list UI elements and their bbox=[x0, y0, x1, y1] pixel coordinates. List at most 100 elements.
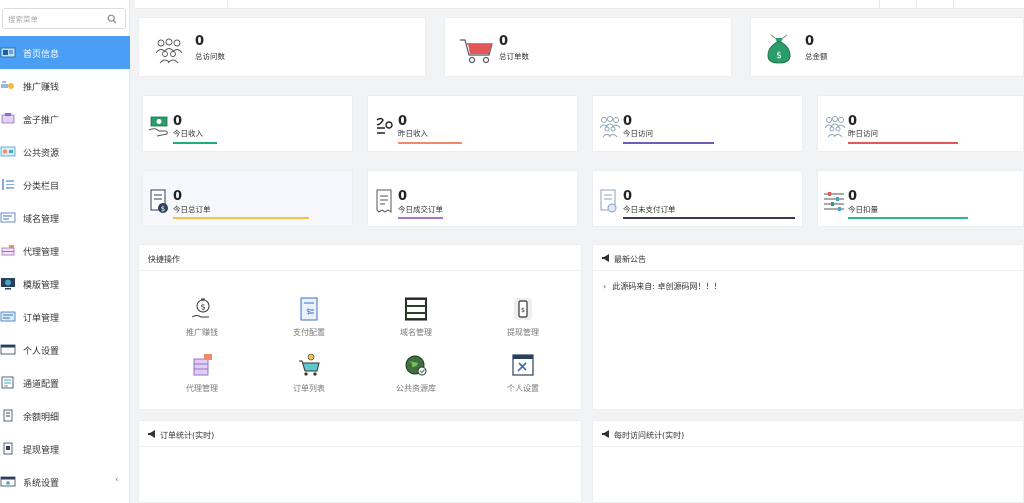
sidebar-item-label: 余额明细 bbox=[23, 413, 60, 423]
megaphone-icon bbox=[602, 430, 609, 438]
order-stats-header: 订单统计(实时) bbox=[139, 421, 581, 447]
total-visits-value: 0 bbox=[195, 34, 205, 49]
cash-hand-icon bbox=[148, 116, 168, 137]
sidebar-item-label: 通道配置 bbox=[23, 380, 60, 390]
quick-action-label: 公共资源库 bbox=[396, 384, 436, 393]
sidebar-item-channel[interactable]: 通道配置 bbox=[0, 366, 130, 399]
total-amount-value: 0 bbox=[805, 34, 815, 49]
quick-action-label: 域名管理 bbox=[400, 328, 432, 337]
top-bar-divider bbox=[879, 0, 880, 9]
today-paid-orders-bar bbox=[398, 217, 443, 219]
quick-action-withdraw[interactable]: $ 提现管理 bbox=[488, 297, 558, 345]
chevron-left-icon[interactable]: ‹ bbox=[115, 475, 119, 485]
sidebar-item-promote[interactable]: 推广赚钱 bbox=[0, 69, 130, 102]
yesterday-visits-bar bbox=[848, 142, 958, 144]
svg-text:$: $ bbox=[161, 205, 165, 213]
search-input[interactable]: 搜索菜单 bbox=[2, 8, 126, 29]
today-deduction-value: 0 bbox=[848, 189, 858, 204]
sidebar-item-settings[interactable]: 系统设置 ‹ bbox=[0, 465, 130, 498]
sidebar: 搜索菜单 首页信息 推广赚钱 盒子推广 公共资源 分类栏目 域名管理 代理管理 … bbox=[0, 0, 130, 503]
today-deduction-label: 今日扣量 bbox=[848, 205, 878, 214]
notice-header: 最新公告 bbox=[593, 245, 1023, 271]
megaphone-icon bbox=[148, 430, 155, 438]
yesterday-visits-value: 0 bbox=[848, 114, 858, 129]
sidebar-item-label: 首页信息 bbox=[23, 50, 60, 60]
svg-text:$: $ bbox=[200, 303, 205, 312]
quick-action-order-list[interactable]: 订单列表 bbox=[274, 353, 344, 401]
agent-icon bbox=[1, 245, 15, 256]
sidebar-item-label: 系统设置 bbox=[23, 479, 60, 489]
today-visits-bar bbox=[623, 142, 714, 144]
sidebar-menu: 首页信息 推广赚钱 盒子推广 公共资源 分类栏目 域名管理 代理管理 模版管理 bbox=[0, 36, 130, 498]
sidebar-item-withdraw[interactable]: 提现管理 bbox=[0, 432, 130, 465]
today-unpaid-orders-value: 0 bbox=[623, 189, 633, 204]
notice-title: 最新公告 bbox=[614, 255, 646, 264]
notice-panel: 最新公告 › 此源码来自: 卓创源码网！！！ bbox=[592, 244, 1024, 410]
stat-card-today-income: 0 今日收入 bbox=[142, 95, 353, 152]
sidebar-item-public-resource[interactable]: 公共资源 bbox=[0, 135, 130, 168]
phone-money-icon: $ bbox=[514, 298, 532, 320]
top-bar-divider bbox=[227, 0, 228, 9]
money-bag-icon: $ bbox=[767, 34, 791, 64]
quick-action-agent[interactable]: 代理管理 bbox=[167, 353, 237, 401]
sidebar-item-category[interactable]: 分类栏目 bbox=[0, 168, 130, 201]
yesterday-income-label: 昨日收入 bbox=[398, 129, 428, 138]
globe-icon bbox=[405, 355, 427, 376]
receipt-icon bbox=[376, 189, 392, 213]
withdraw-icon bbox=[3, 442, 13, 455]
notice-text: 此源码来自: 卓创源码网！！！ bbox=[612, 282, 722, 291]
visit-stats-panel: 每时访问统计(实时) bbox=[592, 420, 1024, 503]
quick-actions-header: 快捷操作 bbox=[139, 245, 581, 271]
order-icon bbox=[0, 311, 16, 322]
sidebar-item-label: 代理管理 bbox=[23, 248, 60, 258]
sidebar-item-template[interactable]: 模版管理 bbox=[0, 267, 130, 300]
notice-item[interactable]: › 此源码来自: 卓创源码网！！！ bbox=[603, 281, 721, 292]
stat-card-total-orders: 0 总订单数 bbox=[444, 17, 732, 77]
sidebar-item-domain[interactable]: 域名管理 bbox=[0, 201, 130, 234]
quick-action-payment-config[interactable]: $ 支付配置 bbox=[274, 297, 344, 345]
search-icon[interactable] bbox=[107, 14, 117, 24]
total-orders-value: 0 bbox=[499, 34, 509, 49]
promote-icon bbox=[1, 81, 14, 89]
quick-action-label: 个人设置 bbox=[507, 384, 539, 393]
order-stats-title: 订单统计(实时) bbox=[160, 431, 215, 440]
svg-text:$: $ bbox=[306, 307, 311, 316]
sidebar-item-balance[interactable]: 余额明细 bbox=[0, 399, 130, 432]
main-content: 0 总访问数 0 总订单数 $ 0 总金额 0 今日收入 0 昨日收入 0 今日… bbox=[135, 0, 1024, 503]
yesterday-income-value: 0 bbox=[398, 114, 408, 129]
today-total-orders-bar bbox=[173, 217, 309, 219]
yesterday-income-icon bbox=[376, 117, 393, 134]
today-total-orders-label: 今日总订单 bbox=[173, 205, 211, 214]
today-visits-label: 今日访问 bbox=[623, 129, 653, 138]
sidebar-item-profile[interactable]: 个人设置 bbox=[0, 333, 130, 366]
yesterday-income-bar bbox=[398, 142, 462, 144]
sidebar-item-order[interactable]: 订单管理 bbox=[0, 300, 130, 333]
template-icon bbox=[1, 278, 15, 290]
quick-action-label: 订单列表 bbox=[293, 384, 325, 393]
unpaid-doc-icon bbox=[600, 189, 617, 213]
quick-action-public-library[interactable]: 公共资源库 bbox=[381, 353, 451, 401]
visitors-icon bbox=[824, 116, 846, 138]
sidebar-item-box-promote[interactable]: 盒子推广 bbox=[0, 102, 130, 135]
settings-icon bbox=[0, 476, 16, 487]
quick-actions-panel: 快捷操作 $ 推广赚钱 $ 支付配置 域名管理 $ 提现管理 代理管理 订单列表… bbox=[138, 244, 582, 410]
quick-action-domain[interactable]: 域名管理 bbox=[381, 297, 451, 345]
balance-icon bbox=[3, 409, 13, 422]
quick-action-label: 推广赚钱 bbox=[186, 328, 218, 337]
server-icon bbox=[193, 354, 212, 376]
megaphone-icon bbox=[602, 254, 609, 262]
sidebar-item-label: 模版管理 bbox=[23, 281, 60, 291]
total-amount-label: 总金额 bbox=[805, 52, 828, 61]
stat-card-yesterday-visits: 0 昨日访问 bbox=[817, 95, 1024, 152]
today-visits-value: 0 bbox=[623, 114, 633, 129]
quick-action-label: 提现管理 bbox=[507, 328, 539, 337]
sidebar-item-home[interactable]: 首页信息 bbox=[0, 36, 130, 69]
quick-action-promote[interactable]: $ 推广赚钱 bbox=[167, 297, 237, 345]
today-paid-orders-value: 0 bbox=[398, 189, 408, 204]
domain-icon bbox=[0, 212, 16, 223]
stat-card-today-paid-orders: 0 今日成交订单 bbox=[367, 170, 578, 227]
sidebar-item-agent[interactable]: 代理管理 bbox=[0, 234, 130, 267]
order-stats-panel: 订单统计(实时) bbox=[138, 420, 582, 503]
today-income-value: 0 bbox=[173, 114, 183, 129]
quick-action-profile-settings[interactable]: 个人设置 bbox=[488, 353, 558, 401]
